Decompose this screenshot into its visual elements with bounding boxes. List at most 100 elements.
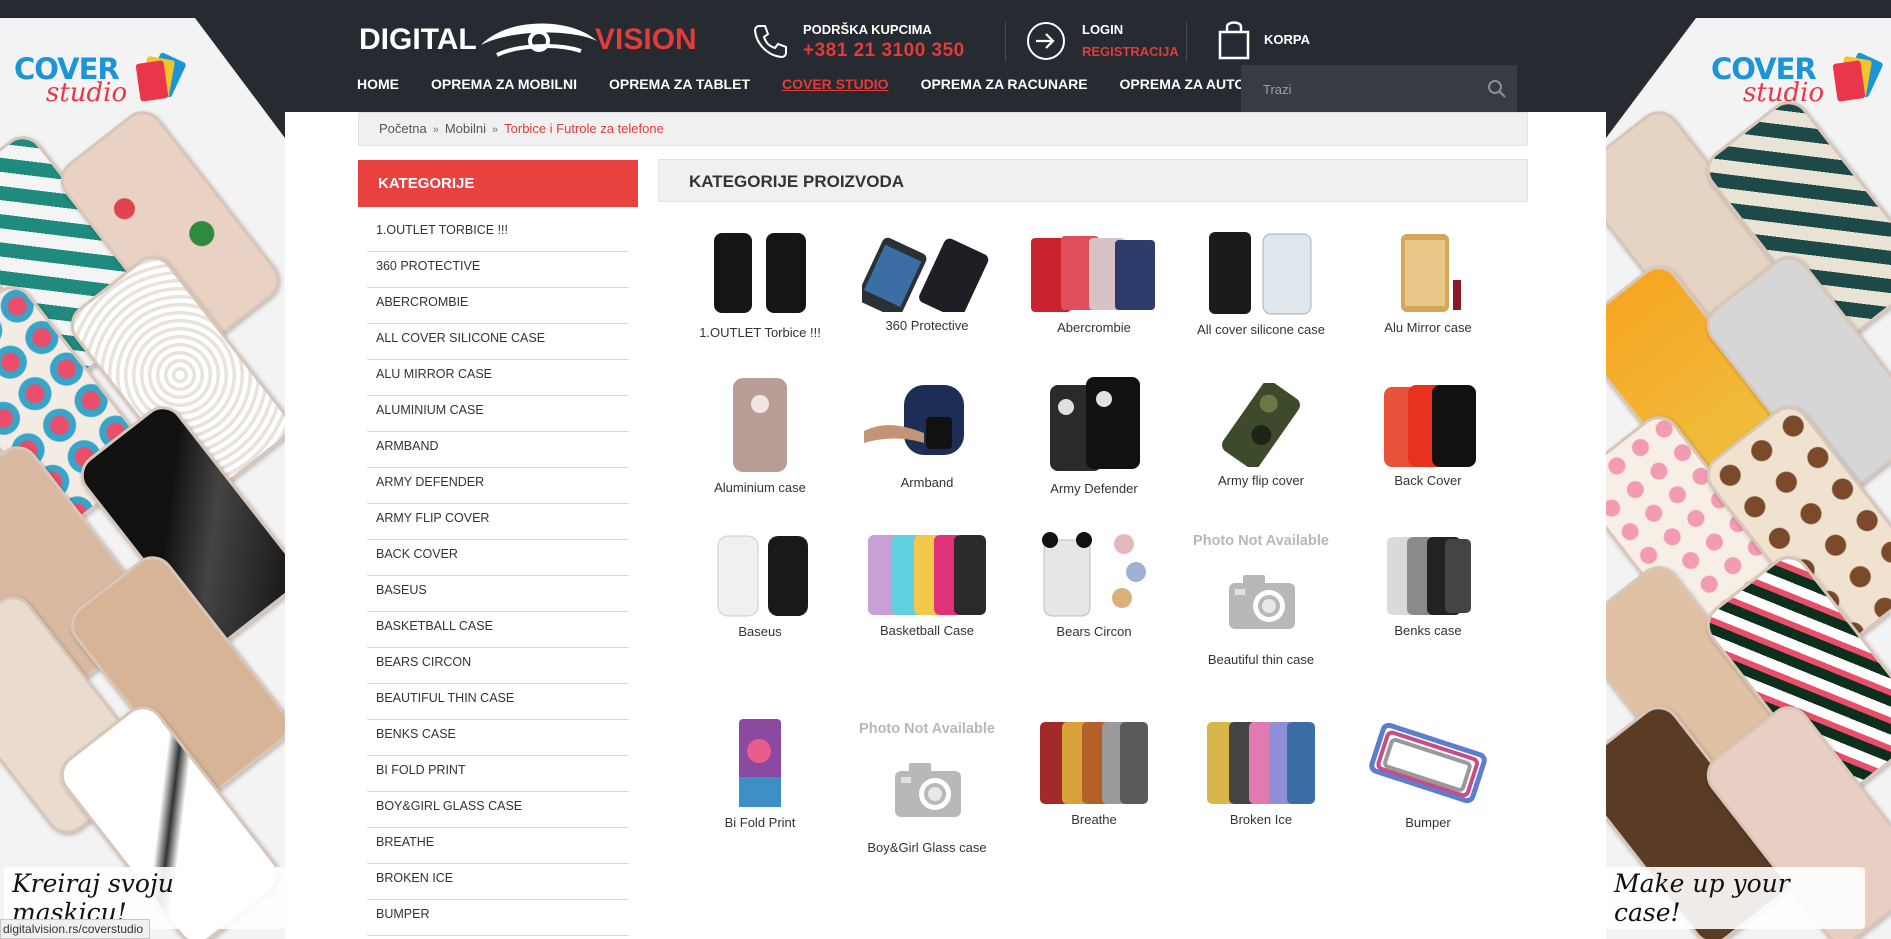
product-image[interactable]: [725, 376, 795, 474]
product-category-name[interactable]: Boy&Girl Glass case: [847, 840, 1007, 855]
sidebar-category-item[interactable]: BASEUS: [367, 576, 629, 612]
sidebar-category-item[interactable]: BUMPER: [367, 900, 629, 936]
sidebar-category-item[interactable]: BACK COVER: [367, 540, 629, 576]
sidebar-category-item[interactable]: ALL COVER SILICONE CASE: [367, 324, 629, 360]
sidebar-category-item[interactable]: ALU MIRROR CASE: [367, 360, 629, 396]
product-category-name[interactable]: Beautiful thin case: [1181, 652, 1341, 667]
product-image[interactable]: [866, 533, 988, 617]
sidebar-category-item[interactable]: 1.OUTLET TORBICE !!!: [367, 216, 629, 252]
product-category-tile[interactable]: Aluminium case: [680, 377, 840, 495]
sidebar-category-item[interactable]: ALUMINIUM CASE: [367, 396, 629, 432]
customer-support[interactable]: PODRŠKA KUPCIMA +381 21 3100 350: [751, 18, 991, 66]
sidebar-category-item[interactable]: BROKEN ICE: [367, 864, 629, 900]
sidebar-category-item[interactable]: BASKETBALL CASE: [367, 612, 629, 648]
product-category-tile[interactable]: Armband: [847, 377, 1007, 490]
product-image[interactable]: [1036, 532, 1152, 618]
breadcrumb-home[interactable]: Početna: [379, 121, 427, 136]
search-icon[interactable]: [1487, 79, 1507, 99]
product-category-tile[interactable]: Back Cover: [1348, 377, 1508, 488]
sidebar-category-item[interactable]: ARMY DEFENDER: [367, 468, 629, 504]
product-image[interactable]: [857, 234, 992, 319]
product-category-tile[interactable]: Broken Ice: [1181, 715, 1341, 827]
breadcrumb-separator: »: [492, 124, 499, 136]
sidebar-category-item[interactable]: BEAUTIFUL THIN CASE: [367, 684, 629, 720]
nav-cover-studio[interactable]: COVER STUDIO: [782, 76, 889, 98]
product-image[interactable]: [1201, 230, 1321, 316]
product-image[interactable]: [1380, 383, 1476, 467]
product-category-name[interactable]: Bumper: [1348, 815, 1508, 830]
search-input[interactable]: [1263, 79, 1483, 99]
product-category-name[interactable]: Armband: [847, 475, 1007, 490]
product-image[interactable]: [1029, 232, 1159, 314]
product-image[interactable]: [1046, 375, 1142, 475]
product-image[interactable]: [1383, 232, 1473, 314]
product-category-name[interactable]: Broken Ice: [1181, 812, 1341, 827]
nav-oprema-za-mobilni[interactable]: OPREMA ZA MOBILNI: [431, 76, 577, 98]
product-category-tile[interactable]: Bumper: [1348, 715, 1508, 830]
right-promo-banner[interactable]: COVER studio Make up your case!: [1606, 0, 1891, 939]
product-category-tile[interactable]: All cover silicone case: [1181, 225, 1341, 337]
cart-button[interactable]: KORPA: [1216, 18, 1326, 64]
sidebar-category-item[interactable]: BREATHE: [367, 828, 629, 864]
product-category-name[interactable]: Army Defender: [1014, 481, 1174, 496]
product-category-tile[interactable]: Bi Fold Print: [680, 715, 840, 830]
support-phone[interactable]: +381 21 3100 350: [803, 40, 965, 62]
sidebar-category-item[interactable]: BI FOLD PRINT: [367, 756, 629, 792]
nav-oprema-za-auto[interactable]: OPREMA ZA AUTO: [1120, 76, 1246, 98]
product-category-name[interactable]: Baseus: [680, 624, 840, 639]
product-category-tile[interactable]: Abercrombie: [1014, 225, 1174, 335]
product-category-tile[interactable]: Army flip cover: [1181, 377, 1341, 488]
product-image[interactable]: [1383, 533, 1473, 617]
product-category-tile[interactable]: 1.OUTLET Torbice !!!: [680, 225, 840, 340]
sidebar-category-item[interactable]: ABERCROMBIE: [367, 288, 629, 324]
product-category-tile[interactable]: Photo Not Available Boy&Girl Glass case: [847, 715, 1007, 855]
product-category-name[interactable]: 360 Protective: [847, 318, 1007, 333]
sidebar-category-item[interactable]: 360 PROTECTIVE: [367, 252, 629, 288]
product-category-tile[interactable]: Bears Circon: [1014, 527, 1174, 639]
product-image[interactable]: [1215, 381, 1307, 469]
login-link[interactable]: LOGIN: [1082, 22, 1123, 37]
product-image[interactable]: [857, 737, 997, 834]
breadcrumb: Početna » Mobilni » Torbice i Futrole za tel…: [358, 112, 1528, 146]
product-category-tile[interactable]: Baseus: [680, 527, 840, 639]
product-category-tile[interactable]: Alu Mirror case: [1348, 225, 1508, 335]
product-category-name[interactable]: Bi Fold Print: [680, 815, 840, 830]
product-category-tile[interactable]: Photo Not Available Beautiful thin case: [1181, 527, 1341, 667]
register-link[interactable]: REGISTRACIJA: [1082, 44, 1179, 59]
product-category-name[interactable]: Benks case: [1348, 623, 1508, 638]
product-category-tile[interactable]: Basketball Case: [847, 527, 1007, 638]
product-category-name[interactable]: Bears Circon: [1014, 624, 1174, 639]
product-category-name[interactable]: Basketball Case: [847, 623, 1007, 638]
sidebar-category-item[interactable]: BEARS CIRCON: [367, 648, 629, 684]
product-category-name[interactable]: Alu Mirror case: [1348, 320, 1508, 335]
product-category-name[interactable]: Abercrombie: [1014, 320, 1174, 335]
sidebar-category-item[interactable]: BENKS CASE: [367, 720, 629, 756]
product-image[interactable]: [1205, 720, 1317, 806]
sidebar-category-item[interactable]: BOY&GIRL GLASS CASE: [367, 792, 629, 828]
product-image[interactable]: [704, 227, 816, 319]
product-image[interactable]: [864, 381, 990, 469]
product-image[interactable]: [737, 717, 783, 809]
product-category-name[interactable]: 1.OUTLET Torbice !!!: [680, 325, 840, 340]
sidebar-category-item[interactable]: ARMY FLIP COVER: [367, 504, 629, 540]
nav-home[interactable]: HOME: [357, 76, 399, 98]
nav-oprema-za-racunare[interactable]: OPREMA ZA RACUNARE: [921, 76, 1088, 98]
product-category-name[interactable]: Back Cover: [1348, 473, 1508, 488]
product-category-name[interactable]: Breathe: [1014, 812, 1174, 827]
product-image[interactable]: [1038, 720, 1150, 806]
left-promo-banner[interactable]: COVER studio Kreiraj svoju maskicu!: [0, 0, 285, 939]
breadcrumb-mobilni[interactable]: Mobilni: [445, 121, 486, 136]
product-category-tile[interactable]: Breathe: [1014, 715, 1174, 827]
product-category-name[interactable]: Army flip cover: [1181, 473, 1341, 488]
nav-oprema-za-tablet[interactable]: OPREMA ZA TABLET: [609, 76, 750, 98]
product-image[interactable]: [708, 532, 812, 618]
sidebar-category-item[interactable]: ARMBAND: [367, 432, 629, 468]
product-category-name[interactable]: All cover silicone case: [1181, 322, 1341, 337]
product-category-tile[interactable]: Army Defender: [1014, 377, 1174, 496]
product-image[interactable]: [1191, 549, 1331, 646]
product-category-name[interactable]: Aluminium case: [680, 480, 840, 495]
product-image[interactable]: [1369, 717, 1487, 809]
product-category-tile[interactable]: 360 Protective: [847, 225, 1007, 333]
product-category-tile[interactable]: Benks case: [1348, 527, 1508, 638]
digital-vision-logo[interactable]: DIGITAL VISION: [359, 15, 704, 59]
